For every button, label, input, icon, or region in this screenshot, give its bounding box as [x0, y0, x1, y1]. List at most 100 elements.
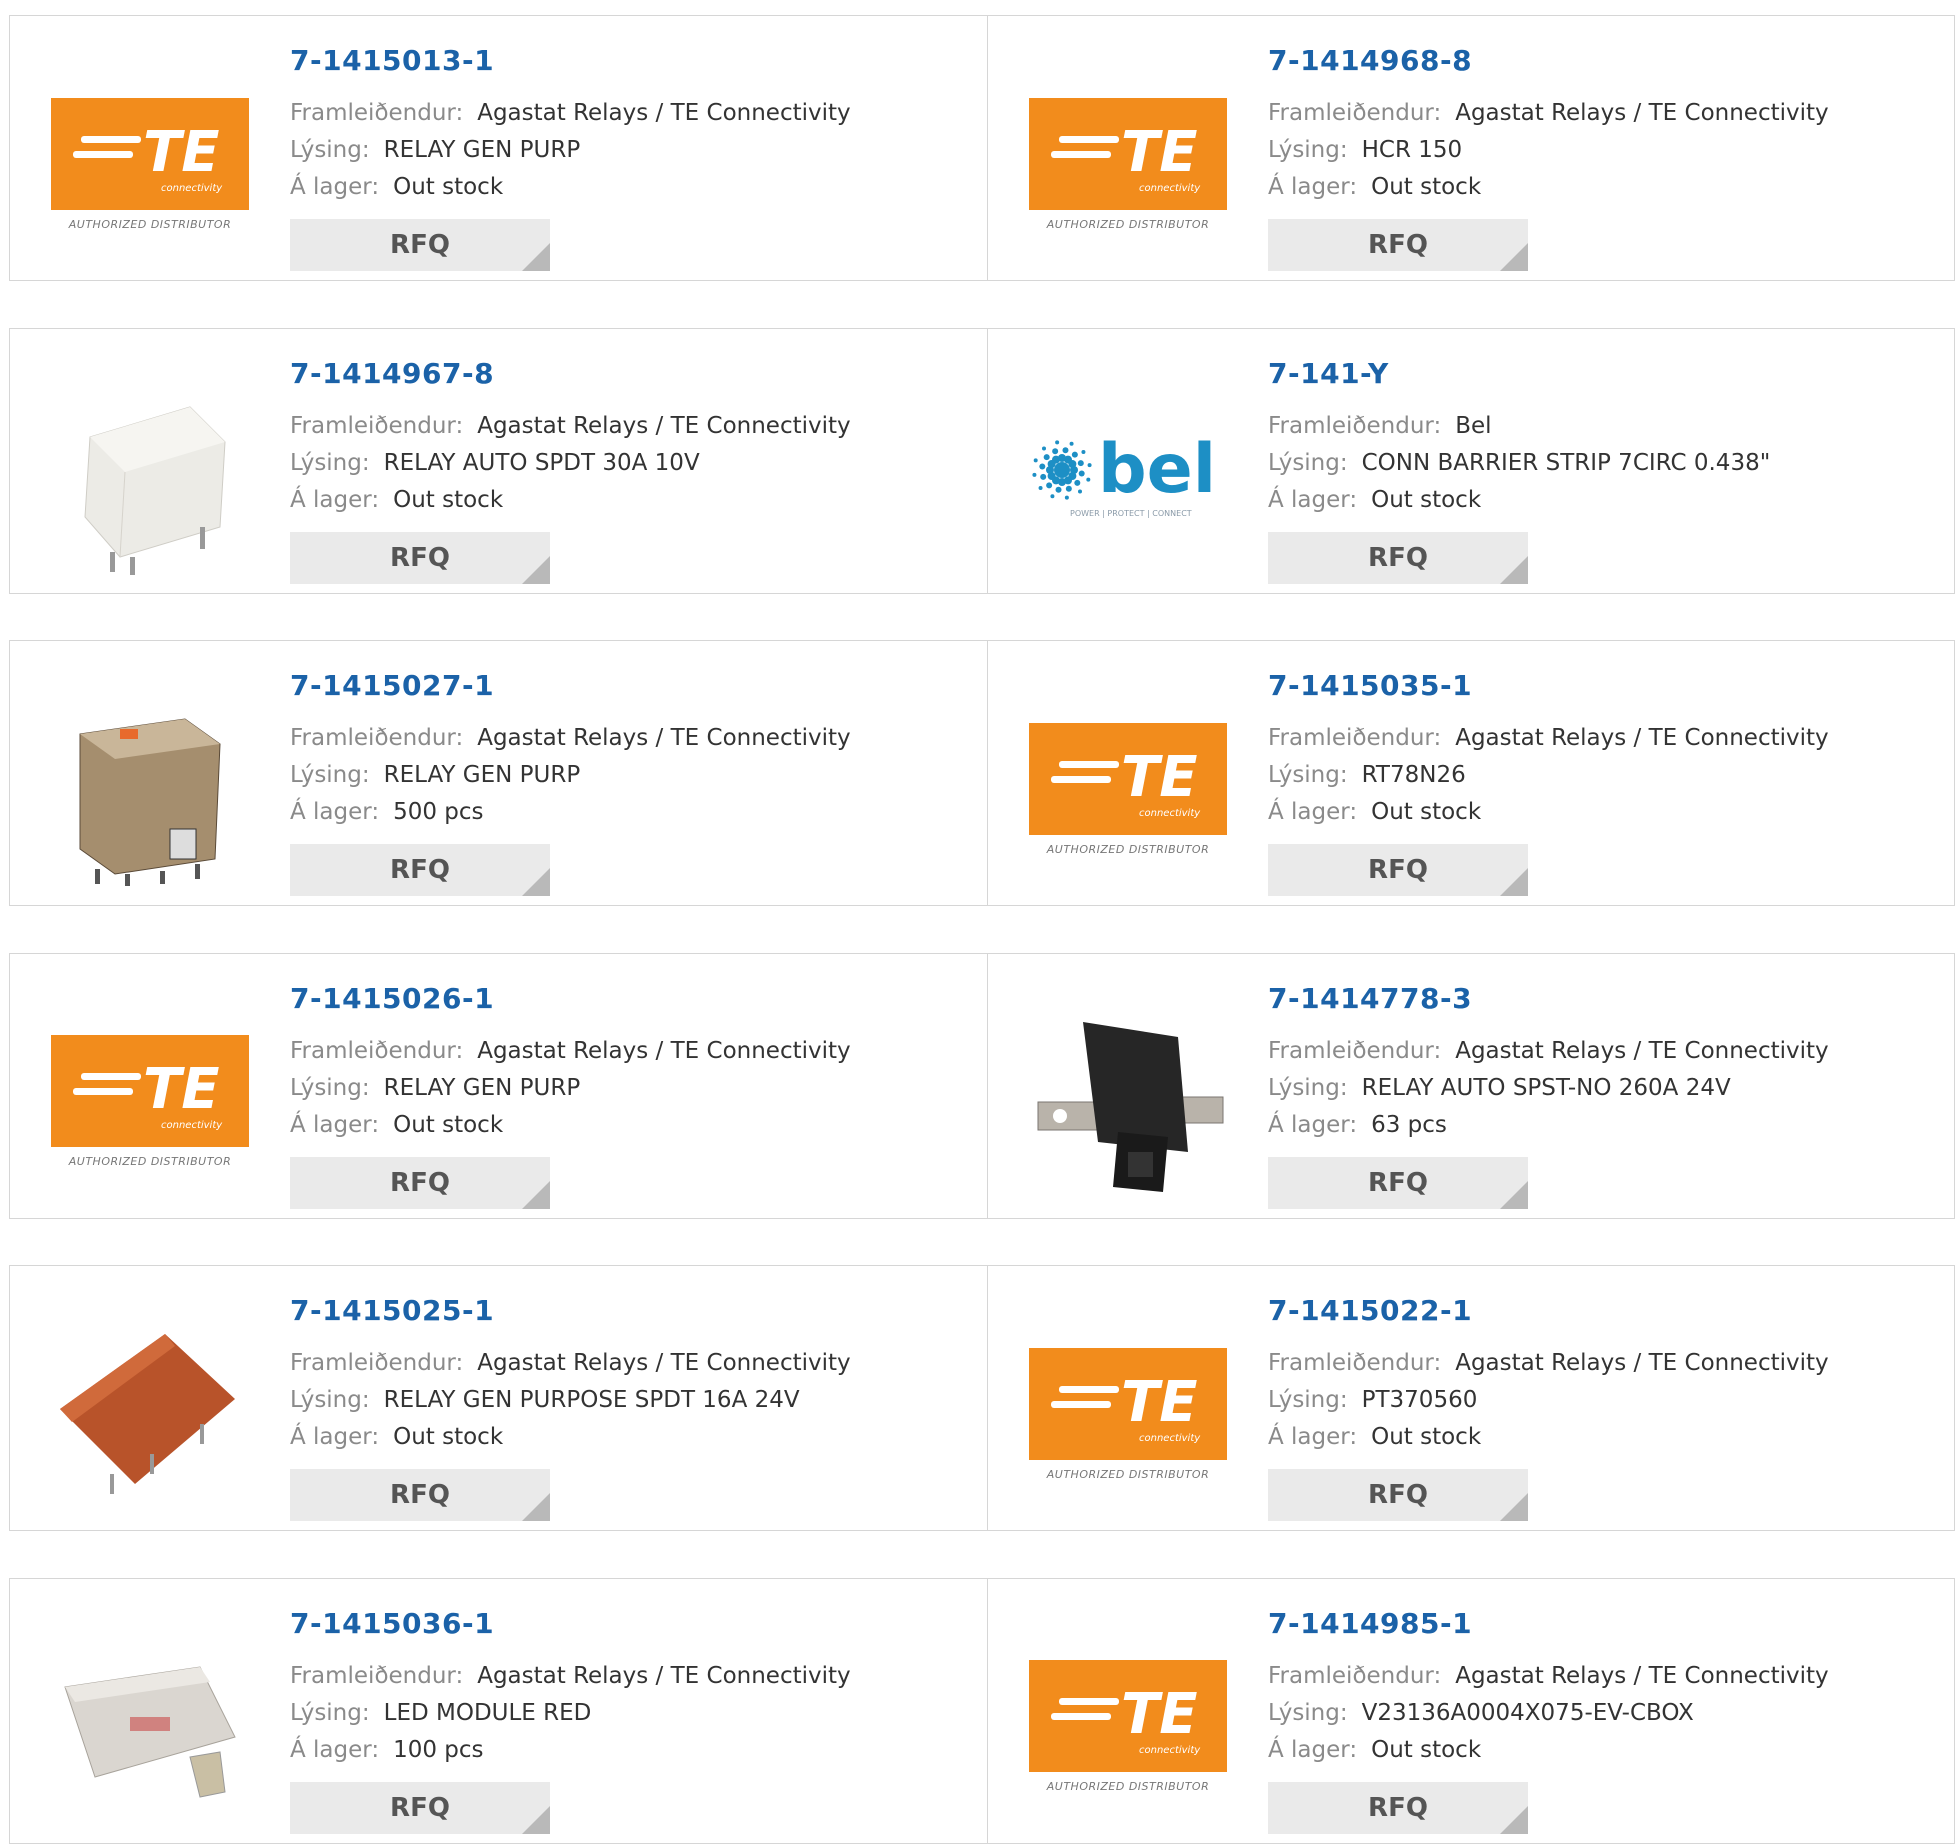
corner-triangle-icon [1500, 1805, 1528, 1834]
black-relay-image [1037, 1021, 1224, 1192]
corner-triangle-icon [1500, 243, 1528, 271]
te-logo-caption: AUTHORIZED DISTRIBUTOR [1046, 1780, 1210, 1793]
product-card: 7-1415036-1 Framleiðendur: Agastat Relays… [10, 1579, 987, 1843]
product-image[interactable] [50, 1314, 250, 1514]
part-number-link[interactable]: 7-1414778-3 [1268, 982, 1829, 1015]
rfq-button[interactable]: RFQ [1268, 1156, 1528, 1209]
te-connectivity-logo: TE connectivity AUTHORIZED DISTRIBUTOR [1029, 97, 1227, 231]
description-label: Lýsing: [1268, 1074, 1348, 1101]
product-row: 7-1415036-1 Framleiðendur: Agastat Relays… [9, 1577, 1955, 1844]
product-row: 7-1414967-8 Framleiðendur: Agastat Relays… [9, 327, 1955, 594]
part-number-link[interactable]: 7-1414967-8 [290, 357, 851, 390]
corner-triangle-icon [1500, 1180, 1528, 1209]
rfq-button[interactable]: RFQ [290, 1781, 550, 1834]
part-number-link[interactable]: 7-1415025-1 [290, 1294, 851, 1327]
product-image[interactable] [1028, 1002, 1228, 1202]
te-logo-sub: connectivity [1139, 1745, 1201, 1756]
description-line: Lýsing: CONN BARRIER STRIP 7CIRC 0.438" [1268, 445, 1770, 482]
rfq-button[interactable]: RFQ [1268, 1469, 1528, 1521]
product-image[interactable]: bel POWER | PROTECT | CONNECT [1028, 377, 1228, 577]
stock-line: Á lager: Out stock [1268, 169, 1829, 206]
stock-label: Á lager: [1268, 1424, 1358, 1450]
part-number-link[interactable]: 7-1415036-1 [290, 1607, 851, 1640]
te-logo-caption: AUTHORIZED DISTRIBUTOR [68, 217, 232, 231]
product-image[interactable] [50, 377, 250, 577]
description-value: PT370560 [1361, 1387, 1478, 1413]
stock-line: Á lager: Out stock [1268, 794, 1829, 831]
manufacturer-label: Framleiðendur: [1268, 1662, 1442, 1689]
rfq-label: RFQ [1368, 1792, 1428, 1823]
product-image[interactable]: TE connectivity AUTHORIZED DISTRIBUTOR [50, 1002, 250, 1202]
description-label: Lýsing: [290, 449, 370, 476]
product-image[interactable] [50, 689, 250, 889]
description-line: Lýsing: HCR 150 [1268, 132, 1829, 169]
manufacturer-label: Framleiðendur: [290, 412, 464, 439]
description-value: HCR 150 [1361, 137, 1463, 163]
manufacturer-value: Agastat Relays / TE Connectivity [1455, 100, 1829, 126]
product-card: TE connectivity AUTHORIZED DISTRIBUTOR 7… [10, 954, 987, 1218]
description-label: Lýsing: [290, 1387, 370, 1413]
rfq-button[interactable]: RFQ [290, 531, 550, 584]
rfq-button[interactable]: RFQ [1268, 844, 1528, 896]
manufacturer-value: Agastat Relays / TE Connectivity [1455, 1037, 1829, 1064]
rfq-label: RFQ [390, 542, 450, 573]
description-label: Lýsing: [1268, 137, 1348, 163]
product-image[interactable]: TE connectivity AUTHORIZED DISTRIBUTOR [1028, 1314, 1228, 1514]
product-row: TE connectivity AUTHORIZED DISTRIBUTOR 7… [9, 952, 1955, 1219]
stock-label: Á lager: [290, 1111, 380, 1138]
manufacturer-line: Framleiðendur: Agastat Relays / TE Connec… [290, 95, 851, 132]
stock-label: Á lager: [1268, 486, 1358, 513]
description-line: Lýsing: RELAY GEN PURP [290, 132, 851, 169]
description-value: RELAY GEN PURP [383, 137, 581, 163]
stock-value: Out stock [393, 1424, 504, 1450]
description-value: RELAY AUTO SPDT 30A 10V [383, 449, 700, 476]
description-line: Lýsing: LED MODULE RED [290, 1695, 851, 1732]
rfq-button[interactable]: RFQ [290, 844, 550, 896]
part-number-link[interactable]: 7-141-Y [1268, 357, 1770, 390]
part-number-link[interactable]: 7-1414985-1 [1268, 1607, 1829, 1640]
description-line: Lýsing: RELAY AUTO SPST-NO 260A 24V [1268, 1070, 1829, 1107]
product-image[interactable]: TE connectivity AUTHORIZED DISTRIBUTOR [1028, 1627, 1228, 1827]
description-value: V23136A0004X075-EV-CBOX [1361, 1699, 1694, 1726]
bel-logo-sub: POWER | PROTECT | CONNECT [1070, 509, 1192, 518]
rfq-button[interactable]: RFQ [290, 1156, 550, 1209]
rfq-button[interactable]: RFQ [1268, 531, 1528, 584]
corner-triangle-icon [1500, 555, 1528, 584]
te-connectivity-logo: TE connectivity AUTHORIZED DISTRIBUTOR [51, 1035, 249, 1168]
manufacturer-value: Agastat Relays / TE Connectivity [477, 100, 851, 126]
manufacturer-value: Agastat Relays / TE Connectivity [1455, 1350, 1829, 1376]
rfq-button[interactable]: RFQ [1268, 219, 1528, 271]
te-connectivity-logo: TE connectivity AUTHORIZED DISTRIBUTOR [1029, 1347, 1227, 1481]
te-logo-caption: AUTHORIZED DISTRIBUTOR [68, 1155, 232, 1168]
rfq-button[interactable]: RFQ [290, 219, 550, 271]
te-logo-caption: AUTHORIZED DISTRIBUTOR [1046, 842, 1210, 856]
part-number-link[interactable]: 7-1415013-1 [290, 44, 851, 77]
rfq-label: RFQ [1368, 542, 1428, 573]
manufacturer-label: Framleiðendur: [290, 1662, 464, 1689]
bel-logo: bel POWER | PROTECT | CONNECT [1032, 430, 1216, 518]
manufacturer-line: Framleiðendur: Agastat Relays / TE Connec… [1268, 720, 1829, 757]
product-image[interactable]: TE connectivity AUTHORIZED DISTRIBUTOR [1028, 64, 1228, 264]
description-label: Lýsing: [290, 1699, 370, 1726]
product-card: 7-1414778-3 Framleiðendur: Agastat Relays… [987, 953, 1955, 1218]
product-image[interactable]: TE connectivity AUTHORIZED DISTRIBUTOR [1028, 689, 1228, 889]
stock-value: 63 pcs [1371, 1111, 1447, 1138]
description-label: Lýsing: [1268, 762, 1348, 788]
part-number-link[interactable]: 7-1414968-8 [1268, 44, 1829, 77]
part-number-link[interactable]: 7-1415035-1 [1268, 669, 1829, 702]
manufacturer-line: Framleiðendur: Agastat Relays / TE Connec… [290, 720, 851, 757]
stock-line: Á lager: Out stock [1268, 482, 1770, 519]
rfq-label: RFQ [390, 1792, 450, 1823]
stock-label: Á lager: [1268, 174, 1358, 200]
rfq-button[interactable]: RFQ [1268, 1781, 1528, 1834]
product-image[interactable]: TE connectivity AUTHORIZED DISTRIBUTOR [50, 64, 250, 264]
part-number-link[interactable]: 7-1415027-1 [290, 669, 851, 702]
manufacturer-line: Framleiðendur: Agastat Relays / TE Connec… [290, 1345, 851, 1382]
rfq-label: RFQ [390, 230, 450, 260]
part-number-link[interactable]: 7-1415026-1 [290, 982, 851, 1015]
rfq-button[interactable]: RFQ [290, 1469, 550, 1521]
manufacturer-value: Agastat Relays / TE Connectivity [477, 725, 851, 751]
product-image[interactable] [50, 1627, 250, 1827]
manufacturer-label: Framleiðendur: [1268, 412, 1442, 439]
part-number-link[interactable]: 7-1415022-1 [1268, 1294, 1829, 1327]
